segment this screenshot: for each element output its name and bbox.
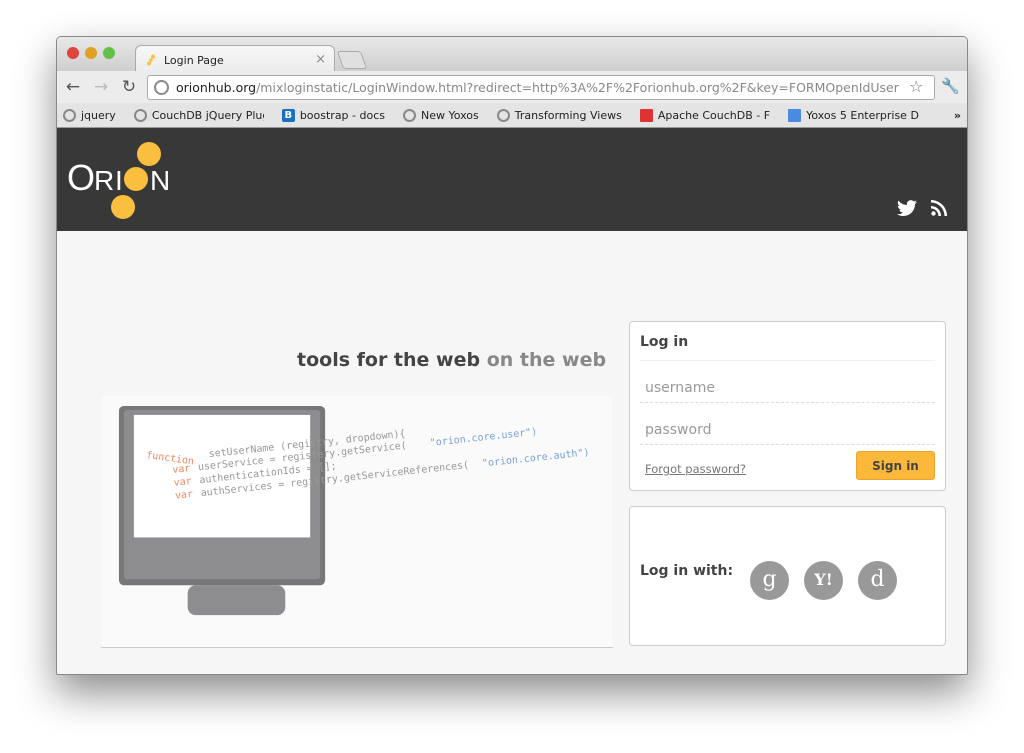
globe-icon (133, 108, 147, 122)
minimize-window-button[interactable] (85, 47, 97, 59)
svg-text:N: N (150, 165, 170, 196)
login-title: Log in (640, 322, 935, 361)
bootstrap-icon: B (281, 108, 295, 122)
tab-login-page[interactable]: Login Page × (135, 45, 335, 72)
twitter-icon[interactable] (897, 200, 917, 216)
sign-in-button[interactable]: Sign in (856, 451, 935, 480)
globe-icon (154, 80, 169, 95)
site-header: O R I N (57, 128, 967, 231)
browser-window: Login Page × ← → ↻ orionhub.org/mixlogin… (56, 36, 968, 675)
openid-login-icon[interactable]: d (858, 561, 897, 600)
username-input[interactable] (640, 361, 935, 403)
bookmarks-bar: jquery CouchDB jQuery Plug Bboostrap - d… (57, 103, 967, 128)
bookmark-star-icon[interactable]: ☆ (909, 77, 923, 96)
tagline: tools for the web on the web (297, 349, 607, 371)
tab-title: Login Page (164, 54, 224, 67)
google-login-icon[interactable]: g (750, 561, 789, 600)
reload-icon[interactable]: ↻ (117, 77, 141, 97)
zoom-window-button[interactable] (103, 47, 115, 59)
url-host: orionhub.org (176, 80, 257, 95)
bookmark-item[interactable]: New Yoxos (403, 108, 479, 122)
forward-icon[interactable]: → (89, 77, 113, 97)
wrench-menu-icon[interactable]: 🔧 (941, 77, 960, 95)
password-input[interactable] (640, 403, 935, 445)
bookmark-item[interactable]: Apache CouchDB - F (639, 108, 770, 122)
globe-icon (403, 108, 416, 122)
login-panel: Log in Forgot password? Sign in (629, 321, 946, 491)
code-keyword: var (172, 463, 191, 476)
code-keyword: var (173, 476, 192, 489)
address-bar[interactable]: orionhub.org/mixloginstatic/LoginWindow.… (147, 75, 935, 100)
more-bookmarks-button[interactable]: » (954, 109, 961, 122)
orion-logo[interactable]: O R I N (65, 136, 185, 222)
main-content: tools for the web on the web function se… (57, 231, 967, 674)
svg-text:I: I (115, 165, 123, 196)
globe-icon (496, 108, 510, 122)
close-tab-icon[interactable]: × (315, 52, 326, 67)
tab-strip: Login Page × (57, 37, 967, 72)
bookmark-item[interactable]: Bboostrap - docs (281, 108, 385, 122)
new-tab-button[interactable] (336, 51, 368, 69)
code-keyword: var (175, 489, 194, 502)
monitor-illustration: function setUserName (registry, dropdown… (101, 396, 613, 648)
back-icon[interactable]: ← (61, 77, 85, 97)
login-with-label: Log in with: (640, 563, 734, 579)
yahoo-login-icon[interactable]: Y! (804, 561, 843, 600)
bookmark-item[interactable]: jquery (63, 108, 116, 122)
login-with-panel: Log in with: g Y! d (629, 506, 946, 646)
toolbar: ← → ↻ orionhub.org/mixloginstatic/LoginW… (57, 71, 967, 103)
svg-text:O: O (67, 157, 95, 198)
url-path: /mixloginstatic/LoginWindow.html?redirec… (256, 80, 899, 95)
close-window-button[interactable] (67, 47, 79, 59)
document-icon (788, 108, 802, 122)
bookmark-item[interactable]: Transforming Views (496, 108, 622, 122)
globe-icon (63, 108, 76, 122)
forgot-password-link[interactable]: Forgot password? (645, 462, 746, 476)
svg-text:R: R (94, 165, 114, 196)
orion-favicon-icon (147, 54, 155, 66)
social-links (897, 200, 947, 216)
bookmark-item[interactable]: Yoxos 5 Enterprise D (788, 108, 919, 122)
window-controls (67, 47, 115, 59)
rss-icon[interactable] (931, 200, 947, 216)
bookmark-item[interactable]: CouchDB jQuery Plug (133, 108, 264, 122)
couchdb-icon (639, 108, 653, 122)
